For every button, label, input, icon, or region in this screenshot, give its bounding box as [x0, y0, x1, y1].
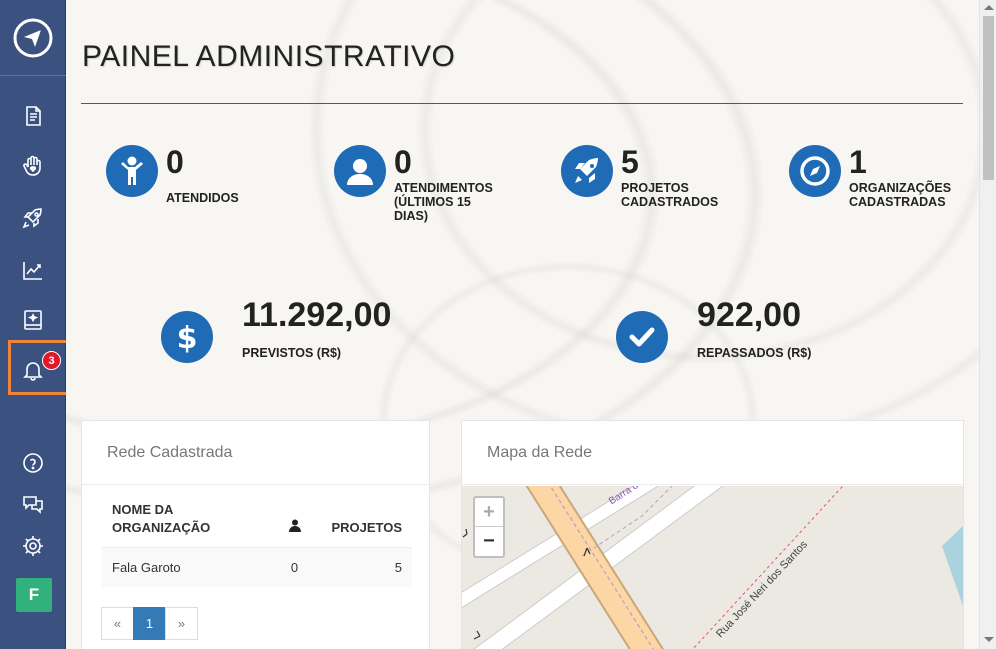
stat-atendidos-value: 0 [166, 144, 184, 180]
avatar[interactable]: F [16, 578, 52, 612]
title-divider [81, 103, 963, 104]
cell-nome: Fala Garoto [102, 547, 277, 587]
rede-cadastrada-card: Rede Cadastrada NOME DA ORGANIZAÇÃO PROJ… [81, 420, 430, 649]
sidebar-item-settings[interactable] [0, 526, 66, 566]
cell-projetos: 5 [312, 547, 412, 587]
pager-next[interactable]: » [165, 607, 198, 640]
sidebar-item-book[interactable] [0, 300, 66, 340]
vertical-scrollbar[interactable] [979, 0, 996, 649]
sidebar-item-documents[interactable] [0, 96, 66, 136]
chart-line-icon [23, 262, 42, 280]
pagination: « 1 » [101, 607, 198, 640]
compass-arrow-icon [13, 18, 53, 57]
dollar-icon: $ [161, 311, 213, 363]
stat-repassados-value: 922,00 [697, 296, 801, 334]
stat-projetos-value: 5 [621, 144, 639, 180]
col-nome: NOME DA ORGANIZAÇÃO [112, 502, 211, 535]
scroll-thumb[interactable] [983, 16, 994, 180]
compass-icon [789, 145, 841, 197]
rede-table: NOME DA ORGANIZAÇÃO PROJETOS Fala Garoto… [102, 501, 412, 587]
page-title: PAINEL ADMINISTRATIVO [82, 40, 456, 73]
sidebar-item-atendimentos[interactable] [0, 146, 66, 186]
user-icon [334, 145, 386, 197]
scroll-up-arrow-icon[interactable] [984, 5, 994, 10]
sidebar-item-help[interactable] [0, 443, 66, 483]
stat-repassados-label: REPASSADOS (R$) [697, 346, 812, 360]
stat-previstos-value: 11.292,00 [242, 296, 392, 334]
pager-page-1[interactable]: 1 [133, 607, 166, 640]
cell-atendidos: 0 [277, 547, 312, 587]
svg-text:$: $ [177, 321, 198, 354]
stat-organizacoes: 1 ORGANIZAÇÕES CADASTRADAS [789, 145, 964, 209]
stat-projetos-label: PROJETOS CADASTRADOS [621, 181, 719, 209]
logo[interactable] [0, 0, 66, 76]
zoom-out-button[interactable]: − [475, 527, 503, 556]
rocket-icon [22, 208, 42, 229]
scroll-down-arrow-icon[interactable] [984, 637, 994, 642]
chat-icon [23, 496, 43, 514]
pager-prev[interactable]: « [101, 607, 134, 640]
child-icon [106, 145, 158, 197]
stat-atendimentos-value: 0 [394, 144, 412, 180]
table-row[interactable]: Fala Garoto 0 5 [102, 547, 412, 587]
stat-organizacoes-label: ORGANIZAÇÕES CADASTRADAS [849, 181, 952, 209]
user-icon [288, 519, 301, 532]
notification-badge: 3 [42, 351, 61, 370]
rede-card-title: Rede Cadastrada [82, 421, 429, 485]
book-icon [24, 310, 42, 330]
sidebar-item-projetos[interactable] [0, 198, 66, 238]
stat-previstos: $ 11.292,00 PREVISTOS (R$) [161, 298, 391, 363]
sidebar-item-relatorios[interactable] [0, 250, 66, 290]
stat-previstos-label: PREVISTOS (R$) [242, 346, 342, 360]
stat-atendidos: 0 ATENDIDOS [106, 145, 239, 205]
stat-repassados: 922,00 REPASSADOS (R$) [616, 298, 811, 363]
sidebar-item-chat[interactable] [0, 484, 66, 524]
stat-atendimentos-label: ATENDIMENTOS (ÚLTIMOS 15 DIAS) [394, 181, 493, 223]
stat-projetos: 5 PROJETOS CADASTRADOS [561, 145, 731, 209]
check-icon [616, 311, 668, 363]
mapa-rede-card: Mapa da Rede Barra do Rua José Neri dos … [461, 420, 964, 649]
document-icon [26, 106, 41, 126]
zoom-in-button[interactable]: + [475, 498, 503, 527]
col-projetos: PROJETOS [331, 520, 402, 535]
rocket-icon [561, 145, 613, 197]
mapa-card-title: Mapa da Rede [462, 421, 963, 485]
help-icon [23, 453, 43, 473]
stat-atendidos-label: ATENDIDOS [166, 191, 239, 205]
map-view[interactable]: Barra do Rua José Neri dos Santos + − [462, 486, 963, 649]
notification-highlight [8, 340, 69, 395]
map-tiles [462, 486, 963, 649]
sidebar: 3 F [0, 0, 69, 649]
stat-atendimentos: 0 ATENDIMENTOS (ÚLTIMOS 15 DIAS) [334, 145, 504, 223]
hand-heart-icon [23, 155, 41, 176]
col-atendidos [277, 501, 312, 548]
map-zoom-control: + − [473, 496, 505, 558]
gear-icon [23, 536, 43, 556]
main-content: PAINEL ADMINISTRATIVO 0 ATENDIDOS 0 ATEN… [66, 0, 979, 649]
stat-organizacoes-value: 1 [849, 144, 867, 180]
